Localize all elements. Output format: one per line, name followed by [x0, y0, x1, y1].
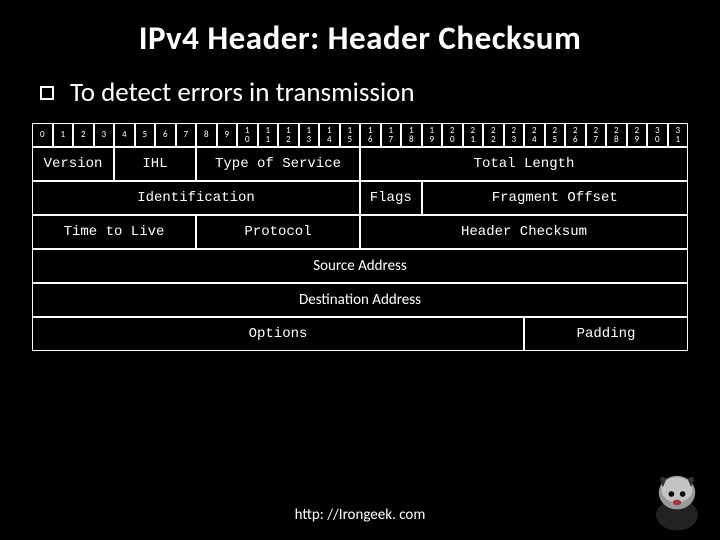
field-options: Options [32, 317, 524, 351]
bit-16: 16 [360, 123, 381, 147]
bit-31: 31 [668, 123, 689, 147]
bit-5: 5 [135, 123, 156, 147]
bit-8: 8 [196, 123, 217, 147]
footer-url: http: //Irongeek. com [0, 506, 720, 524]
field-checksum: Header Checksum [360, 215, 688, 249]
bit-index-row: 0123456789101112131415161718192021222324… [32, 123, 688, 147]
bit-21: 21 [463, 123, 484, 147]
mascot-icon [642, 466, 712, 536]
bit-14: 14 [319, 123, 340, 147]
field-destination-address: Destination Address [32, 283, 688, 317]
bit-6: 6 [155, 123, 176, 147]
bit-11: 11 [258, 123, 279, 147]
field-flags: Flags [360, 181, 422, 215]
bit-19: 19 [422, 123, 443, 147]
bit-25: 25 [545, 123, 566, 147]
bit-0: 0 [32, 123, 53, 147]
bullet-icon [40, 86, 54, 100]
field-identification: Identification [32, 181, 360, 215]
bullet-row: To detect errors in transmission [40, 76, 688, 109]
slide-title: IPv4 Header: Header Checksum [32, 18, 688, 58]
bit-28: 28 [606, 123, 627, 147]
bit-9: 9 [217, 123, 238, 147]
field-version: Version [32, 147, 114, 181]
bit-17: 17 [381, 123, 402, 147]
bit-30: 30 [647, 123, 668, 147]
bullet-text: To detect errors in transmission [70, 76, 415, 109]
ipv4-header-table: Version IHL Type of Service Total Length… [32, 147, 688, 351]
field-protocol: Protocol [196, 215, 360, 249]
slide: IPv4 Header: Header Checksum To detect e… [0, 0, 720, 540]
bit-23: 23 [504, 123, 525, 147]
bit-13: 13 [299, 123, 320, 147]
field-source-address: Source Address [32, 249, 688, 283]
field-tos: Type of Service [196, 147, 360, 181]
bit-4: 4 [114, 123, 135, 147]
bit-27: 27 [586, 123, 607, 147]
bit-24: 24 [524, 123, 545, 147]
field-padding: Padding [524, 317, 688, 351]
bit-3: 3 [94, 123, 115, 147]
bit-20: 20 [442, 123, 463, 147]
bit-29: 29 [627, 123, 648, 147]
field-ihl: IHL [114, 147, 196, 181]
bit-10: 10 [237, 123, 258, 147]
bit-12: 12 [278, 123, 299, 147]
field-total-length: Total Length [360, 147, 688, 181]
bit-22: 22 [483, 123, 504, 147]
field-fragment-offset: Fragment Offset [422, 181, 689, 215]
bit-15: 15 [340, 123, 361, 147]
bit-1: 1 [53, 123, 74, 147]
field-ttl: Time to Live [32, 215, 196, 249]
bit-2: 2 [73, 123, 94, 147]
bit-7: 7 [176, 123, 197, 147]
bit-18: 18 [401, 123, 422, 147]
bit-26: 26 [565, 123, 586, 147]
